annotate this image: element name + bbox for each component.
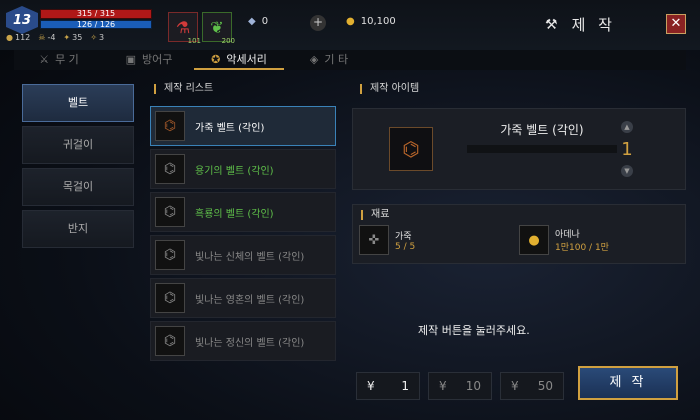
quantity-up-button[interactable]: ▲	[621, 121, 633, 133]
list-heading: 제작 리스트	[154, 84, 213, 94]
quantity-value: 1	[621, 139, 633, 160]
stat-extra: ✧ 3	[90, 33, 105, 42]
stat-attack: ● 112	[6, 33, 31, 42]
title-text: 제 작	[571, 16, 616, 34]
armor-icon: ▣	[125, 53, 137, 66]
sword-icon: ⚔	[39, 53, 50, 66]
coin-stat-icon: ●	[6, 33, 13, 42]
item-heading: 제작 아이템	[360, 84, 419, 94]
material-leather: ✜ 가죽 5 / 5	[359, 225, 415, 255]
tab-accessory[interactable]: ✪ 악세서리	[194, 50, 284, 70]
craft-hint: 제작 버튼을 눌러주세요.	[418, 324, 530, 337]
quantity-icon: ¥	[367, 379, 375, 393]
gear-icon: ✦	[63, 33, 71, 42]
anvil-icon: ⚒	[545, 16, 562, 33]
close-button[interactable]: ✕	[666, 14, 686, 34]
quantity-button-50[interactable]: ¥50	[500, 372, 564, 400]
belt-icon: ⌬	[155, 197, 185, 227]
quantity-icon: ¥	[511, 379, 519, 393]
belt-icon: ⌬	[155, 154, 185, 184]
wing-icon: ✧	[90, 33, 98, 42]
list-item[interactable]: ⌬ 빛나는 영혼의 벨트 (각인)	[150, 278, 336, 318]
stat-row: ● 112 ☠ -4 ✦ 35 ✧ 3	[6, 33, 104, 42]
chevron-up-icon: ▲	[624, 123, 630, 131]
list-item[interactable]: ⌬ 흑룡의 벨트 (각인)	[150, 192, 336, 232]
hp-value: 315 / 315	[76, 9, 116, 18]
herb-count: 200	[221, 37, 235, 45]
category-necklace[interactable]: 목걸이	[22, 168, 134, 206]
category-earring[interactable]: 귀걸이	[22, 126, 134, 164]
tab-weapon[interactable]: ⚔ 무 기	[14, 50, 104, 70]
add-currency-button[interactable]: +	[310, 15, 326, 31]
potion-slot[interactable]: ⚗ 101	[168, 12, 201, 45]
crystal-currency: ◆ 0	[248, 16, 268, 27]
crystal-value: 0	[261, 16, 269, 27]
material-name: 아데나	[555, 230, 580, 240]
material-qty: 5 / 5	[395, 241, 416, 252]
list-item[interactable]: ⌬ 빛나는 정신의 벨트 (각인)	[150, 321, 336, 361]
gold-currency: ● 10,100	[346, 16, 396, 27]
adena-icon: ●	[519, 225, 549, 255]
craft-button[interactable]: 제 작	[578, 366, 678, 400]
tab-misc[interactable]: ◈ 기 타	[284, 50, 374, 70]
crystal-icon: ◆	[248, 16, 256, 27]
gold-value: 10,100	[360, 16, 396, 27]
selected-belt-icon: ⌬	[389, 127, 433, 171]
tab-bar: ⚔ 무 기 ▣ 방어구 ✪ 악세서리 ◈ 기 타	[14, 50, 686, 70]
gold-coin-icon: ●	[346, 16, 355, 27]
quantity-down-button[interactable]: ▼	[621, 165, 633, 177]
hp-bar: 315 / 315	[40, 9, 152, 19]
category-nav: 벨트 귀걸이 목걸이 반지	[22, 84, 136, 252]
stat-luck: ✦ 35	[63, 33, 83, 42]
accessory-icon: ✪	[211, 53, 221, 66]
list-item[interactable]: ⌬ 가죽 벨트 (각인)	[150, 106, 336, 146]
quantity-button-1[interactable]: ¥1	[356, 372, 420, 400]
chevron-down-icon: ▼	[624, 167, 630, 175]
quantity-icon: ¥	[439, 379, 447, 393]
herb-icon: ❦	[210, 17, 224, 37]
belt-icon: ⌬	[155, 240, 185, 270]
materials-heading: 재료	[361, 210, 389, 220]
category-belt[interactable]: 벨트	[22, 84, 134, 122]
belt-icon: ⌬	[155, 283, 185, 313]
belt-icon: ⌬	[155, 326, 185, 356]
material-qty: 1만100 / 1만	[555, 243, 609, 253]
category-ring[interactable]: 반지	[22, 210, 134, 248]
herb-slot[interactable]: ❦ 200	[202, 12, 235, 45]
page-title: ⚒ 제 작	[545, 14, 616, 35]
mp-value: 126 / 126	[76, 20, 116, 29]
material-adena: ● 아데나 1만100 / 1만	[519, 225, 609, 255]
level-value: 13	[12, 12, 32, 28]
misc-icon: ◈	[309, 53, 319, 66]
list-item[interactable]: ⌬ 용기의 벨트 (각인)	[150, 149, 336, 189]
quantity-button-10[interactable]: ¥10	[428, 372, 492, 400]
list-item[interactable]: ⌬ 빛나는 신체의 벨트 (각인)	[150, 235, 336, 275]
material-name: 가죽	[395, 231, 412, 242]
close-icon: ✕	[670, 16, 682, 31]
selected-progress-bar	[467, 145, 617, 153]
skull-icon: ☠	[38, 33, 46, 42]
craft-list: ⌬ 가죽 벨트 (각인) ⌬ 용기의 벨트 (각인) ⌬ 흑룡의 벨트 (각인) ⌬ 빛…	[150, 106, 336, 362]
selected-item-panel: ⌬ 가죽 벨트 (각인) ▲ 1 ▼	[352, 108, 686, 190]
materials-panel: 재료 ✜ 가죽 5 / 5 ● 아데나 1만100 / 1만	[352, 204, 686, 264]
mp-bar: 126 / 126	[40, 20, 152, 29]
belt-icon: ⌬	[155, 111, 185, 141]
tab-armor[interactable]: ▣ 방어구	[104, 50, 194, 70]
selected-item-name: 가죽 벨트 (각인)	[500, 123, 584, 137]
potion-count: 101	[187, 37, 201, 45]
stat-defense: ☠ -4	[38, 33, 56, 42]
leather-icon: ✜	[359, 225, 389, 255]
potion-icon: ⚗	[175, 17, 191, 37]
